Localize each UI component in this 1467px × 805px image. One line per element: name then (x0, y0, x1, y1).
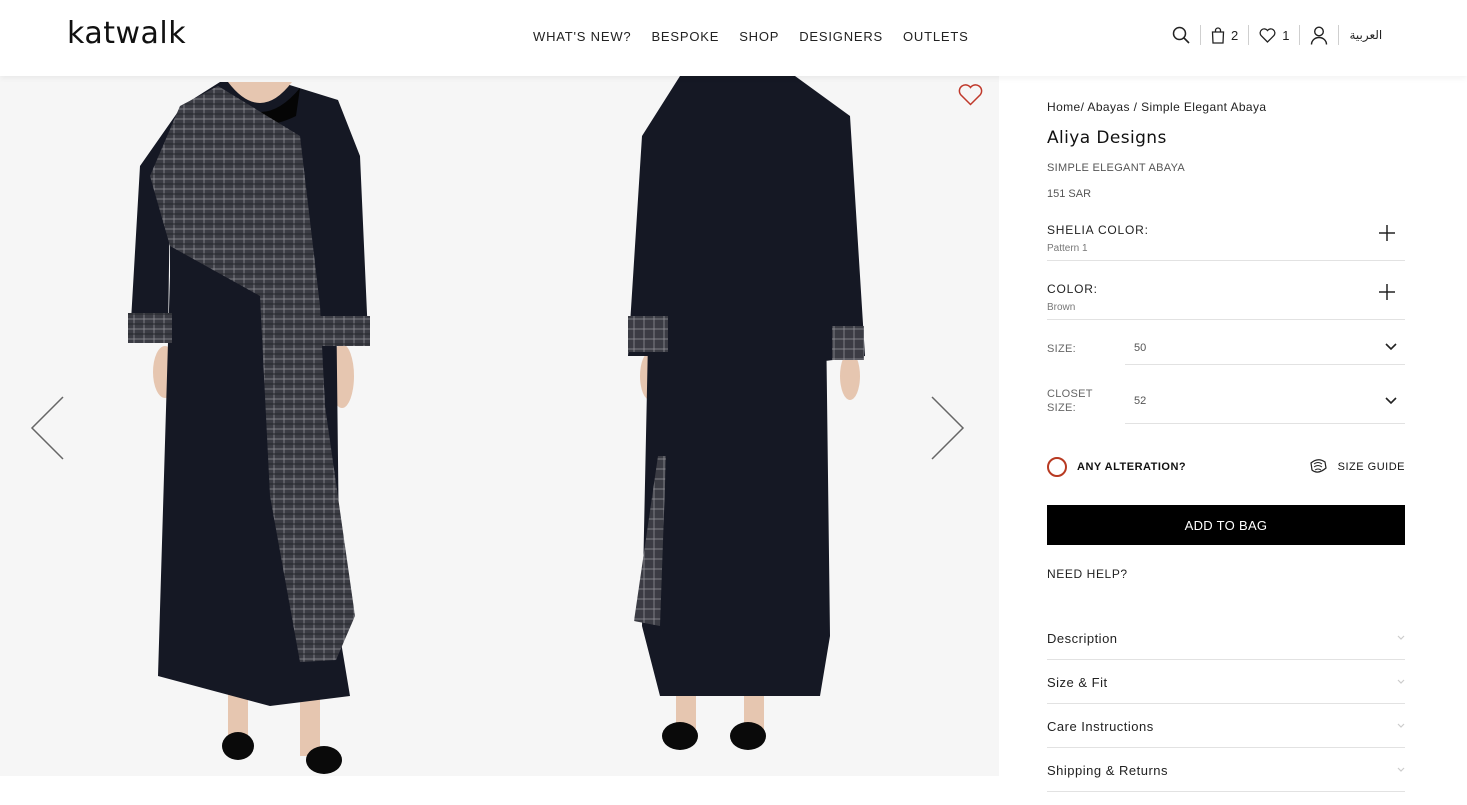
breadcrumb-current: Simple Elegant Abaya (1141, 100, 1267, 114)
chevron-left-icon[interactable] (30, 395, 66, 461)
breadcrumb-separator: / (1133, 100, 1138, 114)
chevron-down-icon (1397, 767, 1405, 772)
add-to-bag-button[interactable]: ADD TO BAG (1047, 505, 1405, 545)
accordion-description[interactable]: Description (1047, 616, 1405, 660)
chevron-down-icon (1385, 343, 1397, 351)
product-name: SIMPLE ELEGANT ABAYA (1047, 162, 1186, 174)
closet-size-value: 52 (1134, 395, 1147, 407)
size-select[interactable]: 50 (1125, 334, 1405, 365)
shelia-color-option[interactable]: SHELIA COLOR: Pattern 1 (1047, 223, 1405, 261)
size-guide-label: SIZE GUIDE (1337, 461, 1405, 473)
product-image-front[interactable] (110, 76, 390, 776)
color-label: COLOR: (1047, 282, 1098, 296)
accordion-size-fit[interactable]: Size & Fit (1047, 660, 1405, 704)
wishlist-heart-icon[interactable] (958, 84, 983, 106)
color-value: Brown (1047, 302, 1076, 313)
logo[interactable]: katwalk (67, 16, 186, 51)
wishlist-button[interactable]: 1 (1249, 24, 1299, 46)
language-switch[interactable]: العربية (1339, 28, 1382, 42)
plus-icon[interactable] (1379, 284, 1395, 300)
search-icon (1172, 26, 1190, 44)
accordion-shipping-returns[interactable]: Shipping & Returns (1047, 748, 1405, 792)
need-help-link[interactable]: NEED HELP? (1047, 567, 1128, 581)
accordion-title: Size & Fit (1047, 675, 1108, 690)
account-button[interactable] (1300, 24, 1338, 46)
brand-name[interactable]: Aliya Designs (1047, 128, 1167, 148)
nav-shop[interactable]: SHOP (739, 29, 779, 44)
alteration-label: ANY ALTERATION? (1077, 461, 1187, 473)
wishlist-count: 1 (1282, 27, 1290, 43)
product-image-back[interactable] (620, 76, 880, 776)
shelia-color-label: SHELIA COLOR: (1047, 223, 1149, 237)
closet-size-select[interactable]: 52 (1125, 382, 1405, 424)
user-icon (1311, 25, 1328, 45)
nav-bespoke[interactable]: BESPOKE (651, 29, 719, 44)
color-option[interactable]: COLOR: Brown (1047, 282, 1405, 320)
product-gallery (0, 76, 999, 776)
shelia-color-value: Pattern 1 (1047, 243, 1088, 254)
breadcrumb: Home/ Abayas / Simple Elegant Abaya (1047, 100, 1266, 114)
breadcrumb-abayas[interactable]: Abayas (1087, 100, 1129, 114)
closet-size-label: CLOSET SIZE: (1047, 388, 1093, 414)
bag-count: 2 (1231, 27, 1239, 43)
alteration-toggle[interactable]: ANY ALTERATION? (1047, 457, 1186, 477)
size-value: 50 (1134, 342, 1147, 354)
size-guide-icon (1310, 459, 1327, 473)
chevron-right-icon[interactable] (929, 395, 965, 461)
bag-button[interactable]: 2 (1201, 24, 1248, 46)
heart-icon (1259, 27, 1276, 43)
accordion-title: Care Instructions (1047, 719, 1154, 734)
size-guide-link[interactable]: SIZE GUIDE (1308, 457, 1405, 477)
product-price: 151 SAR (1047, 188, 1092, 200)
plus-icon[interactable] (1379, 225, 1395, 241)
breadcrumb-home[interactable]: Home/ (1047, 100, 1084, 114)
chevron-down-icon (1385, 397, 1397, 405)
search-button[interactable] (1172, 24, 1200, 46)
chevron-down-icon (1397, 723, 1405, 728)
nav-designers[interactable]: DESIGNERS (799, 29, 883, 44)
header-tools: 2 1 العربية (1172, 24, 1382, 46)
alteration-radio[interactable] (1047, 457, 1067, 477)
nav-whats-new[interactable]: WHAT'S NEW? (533, 29, 631, 44)
chevron-down-icon (1397, 635, 1405, 640)
main-nav: WHAT'S NEW? BESPOKE SHOP DESIGNERS OUTLE… (533, 29, 969, 44)
accordion-title: Shipping & Returns (1047, 763, 1169, 778)
nav-outlets[interactable]: OUTLETS (903, 29, 969, 44)
site-header: katwalk WHAT'S NEW? BESPOKE SHOP DESIGNE… (0, 0, 1467, 76)
bag-icon (1211, 26, 1225, 44)
chevron-down-icon (1397, 679, 1405, 684)
accordion-title: Description (1047, 631, 1118, 646)
size-label: SIZE: (1047, 343, 1077, 355)
accordion-care-instructions[interactable]: Care Instructions (1047, 704, 1405, 748)
